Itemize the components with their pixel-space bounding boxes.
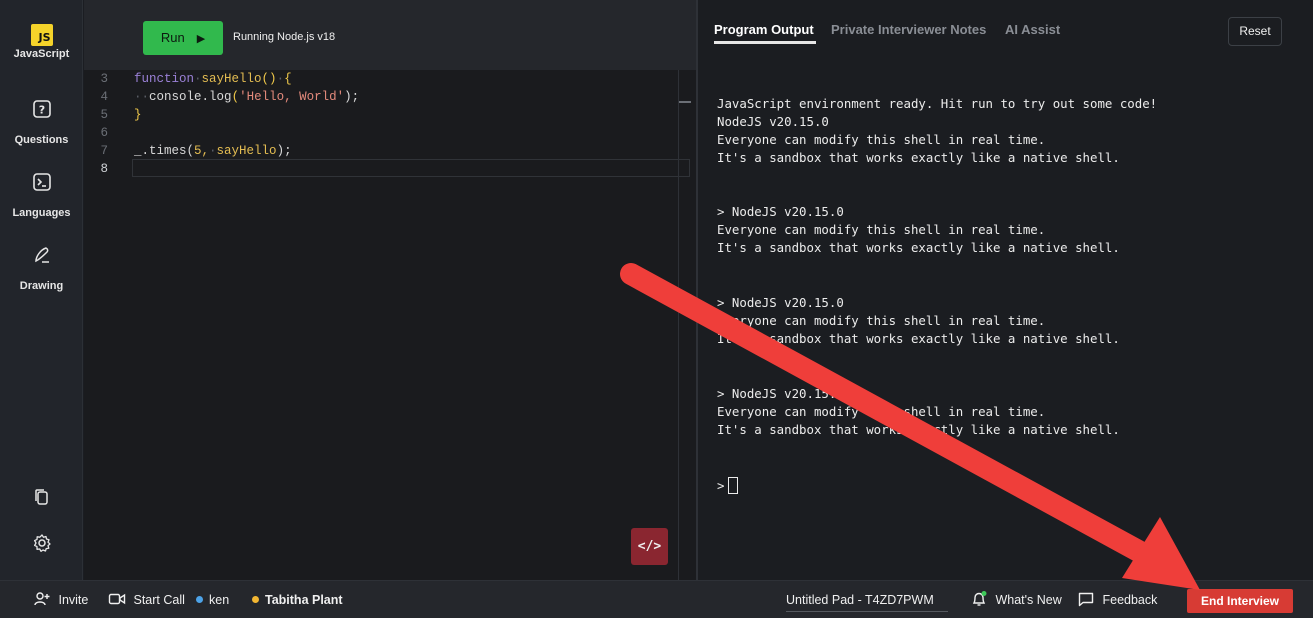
- console-cursor: [728, 477, 739, 494]
- bottom-bar: Invite Start Call ken Tabitha Plant Unti…: [0, 580, 1313, 618]
- bell-icon: [972, 591, 987, 606]
- active-tab-indicator: [714, 41, 816, 44]
- terminal-icon: [31, 171, 53, 193]
- output-panel: Program Output Private Interviewer Notes…: [698, 0, 1313, 580]
- code-token: 'Hello, World': [239, 90, 345, 104]
- code-token: (): [261, 72, 277, 86]
- code-token: }: [134, 108, 142, 122]
- copy-button[interactable]: [0, 486, 83, 513]
- code-token: sayHello: [201, 72, 262, 86]
- console-line: Everyone can modify this shell in real t…: [717, 313, 1046, 328]
- code-token: _.times(: [134, 144, 195, 158]
- code-line: 3 function·sayHello()·{: [84, 70, 690, 88]
- console-line: It's a sandbox that works exactly like a…: [717, 240, 1120, 255]
- whats-new-label: What's New: [995, 593, 1062, 607]
- code-token: sayHello: [216, 144, 277, 158]
- sidebar-item-drawing[interactable]: Drawing: [0, 244, 83, 292]
- console-line: It's a sandbox that works exactly like a…: [717, 422, 1120, 437]
- code-line: 6: [84, 124, 690, 142]
- user-tabitha-plant: Tabitha Plant: [252, 581, 343, 618]
- sidebar-item-label: JavaScript: [13, 48, 70, 60]
- console-line: Everyone can modify this shell in real t…: [717, 222, 1046, 237]
- coderpad-app: JS JavaScript ? Questions Languages Draw…: [0, 0, 1313, 618]
- gear-icon: [31, 532, 53, 554]
- line-number: 4: [100, 90, 108, 104]
- tab-private-interviewer-notes[interactable]: Private Interviewer Notes: [831, 22, 986, 37]
- pad-title: Untitled Pad - T4ZD7PWM: [786, 593, 934, 607]
- feedback-button[interactable]: Feedback: [1077, 581, 1157, 618]
- tab-program-output[interactable]: Program Output: [714, 22, 814, 37]
- code-line: 4 ··console.log('Hello, World');: [84, 88, 690, 106]
- editor-toolbar: Run ▶ Running Node.js v18: [84, 0, 696, 70]
- console-line: Everyone can modify this shell in real t…: [717, 132, 1046, 147]
- pen-icon: [31, 244, 53, 266]
- code-editor: Run ▶ Running Node.js v18 3 function·sayH…: [84, 0, 696, 580]
- code-token: log: [209, 90, 232, 104]
- reset-button[interactable]: Reset: [1228, 17, 1282, 46]
- code-token: );: [276, 144, 292, 158]
- svg-text:?: ?: [38, 104, 44, 117]
- play-icon: ▶: [196, 33, 206, 45]
- sidebar-item-label: Drawing: [19, 280, 64, 292]
- copy-icon: [31, 486, 53, 508]
- user-name: Tabitha Plant: [265, 593, 343, 607]
- sidebar-item-label: Languages: [12, 207, 71, 219]
- code-toggle-button[interactable]: </>: [631, 528, 668, 565]
- user-status-dot: [196, 596, 203, 603]
- prompt-symbol: >: [717, 478, 725, 493]
- console-line: > NodeJS v20.15.0: [717, 386, 844, 401]
- invite-button[interactable]: Invite: [33, 581, 88, 618]
- editor-scrollbar[interactable]: [678, 70, 679, 580]
- tab-ai-assist[interactable]: AI Assist: [1005, 22, 1060, 37]
- code-token: );: [344, 90, 360, 104]
- chat-bubble-icon: [1078, 592, 1094, 607]
- start-call-button[interactable]: Start Call: [108, 581, 185, 618]
- video-camera-icon: [108, 593, 126, 605]
- feedback-label: Feedback: [1102, 593, 1158, 607]
- console-line: NodeJS v20.15.0: [717, 114, 829, 129]
- output-tabs: Program Output Private Interviewer Notes…: [698, 0, 1313, 62]
- code-token: console: [149, 90, 202, 104]
- sidebar-item-label: Questions: [14, 134, 69, 146]
- code-token: function: [134, 72, 195, 86]
- console-line: It's a sandbox that works exactly like a…: [717, 331, 1120, 346]
- add-user-icon: [34, 592, 50, 606]
- code-token: 5,: [194, 144, 210, 158]
- user-name: ken: [209, 593, 230, 607]
- console-line: Everyone can modify this shell in real t…: [717, 404, 1046, 419]
- code-line: 8: [84, 160, 690, 178]
- console-prompt[interactable]: >: [717, 477, 739, 495]
- line-number: 6: [100, 126, 108, 140]
- invite-label: Invite: [58, 593, 89, 607]
- console-line: > NodeJS v20.15.0: [717, 295, 844, 310]
- scrollbar-cursor-marker: [679, 101, 691, 103]
- javascript-logo: JS: [30, 24, 53, 46]
- line-number: 7: [100, 144, 108, 158]
- sidebar-item-languages[interactable]: Languages: [0, 171, 83, 219]
- code-token: {: [284, 72, 292, 86]
- console-line: > NodeJS v20.15.0: [717, 204, 844, 219]
- line-number: 8: [100, 162, 108, 176]
- user-status-dot: [252, 596, 259, 603]
- line-number: 3: [100, 72, 108, 86]
- code-area[interactable]: 3 function·sayHello()·{ 4 ··console.log(…: [84, 70, 696, 580]
- settings-button[interactable]: [0, 532, 83, 559]
- end-interview-button[interactable]: End Interview: [1187, 589, 1293, 613]
- console-line: It's a sandbox that works exactly like a…: [717, 150, 1120, 165]
- left-sidebar: JS JavaScript ? Questions Languages Draw…: [0, 0, 83, 580]
- code-line: 5 }: [84, 106, 690, 124]
- run-button[interactable]: Run ▶: [143, 21, 223, 55]
- pad-title-field[interactable]: Untitled Pad - T4ZD7PWM: [786, 590, 948, 612]
- code-line: 7 _.times(5,·sayHello);: [84, 142, 690, 160]
- sidebar-item-javascript[interactable]: JS JavaScript: [0, 24, 83, 60]
- question-icon: ?: [31, 98, 53, 120]
- start-call-label: Start Call: [133, 593, 185, 607]
- whats-new-button[interactable]: What's New: [970, 581, 1062, 618]
- runtime-label: Running Node.js v18: [233, 31, 336, 43]
- console-line: JavaScript environment ready. Hit run to…: [717, 96, 1158, 111]
- line-number: 5: [100, 108, 108, 122]
- user-ken: ken: [196, 581, 229, 618]
- sidebar-item-questions[interactable]: ? Questions: [0, 98, 83, 146]
- run-label: Run: [160, 30, 185, 45]
